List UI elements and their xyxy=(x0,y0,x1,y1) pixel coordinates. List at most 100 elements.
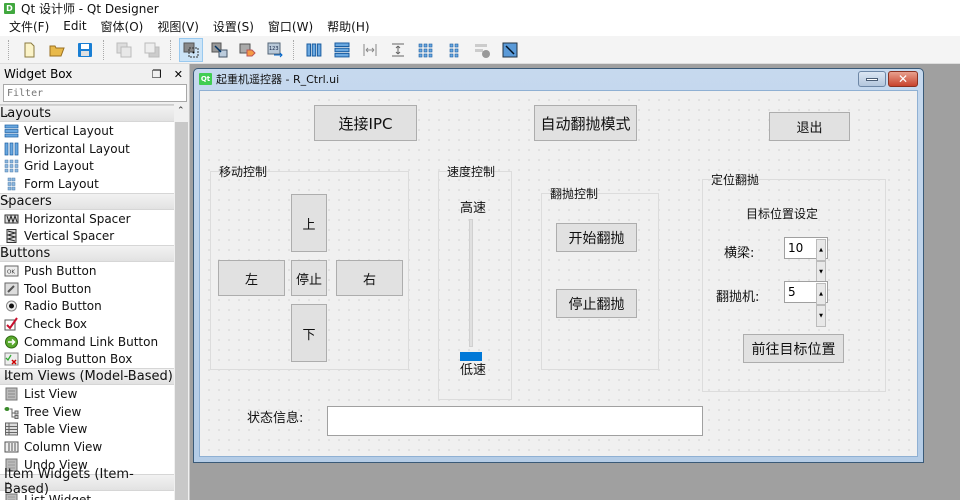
close-panel-icon[interactable]: ✕ xyxy=(174,68,183,81)
app-title: Qt 设计师 - Qt Designer xyxy=(21,1,159,16)
widget-item-column-view[interactable]: Column View xyxy=(0,438,174,456)
move-right-button[interactable]: 右 xyxy=(336,260,403,296)
menu-view[interactable]: 视图(V) xyxy=(150,18,206,35)
save-icon xyxy=(78,42,92,57)
edit-tab-order-icon: 123 xyxy=(267,42,283,57)
category-item-views[interactable]: ⌄ Item Views (Model-Based) xyxy=(0,368,174,386)
widget-item-table-view[interactable]: Table View xyxy=(0,421,174,439)
flipper-spinbox[interactable]: 5 ▲ ▼ xyxy=(784,281,828,327)
toolbar-grip[interactable] xyxy=(293,39,296,60)
category-buttons[interactable]: ⌄ Buttons xyxy=(0,245,174,263)
edit-signals-slots-icon xyxy=(211,42,228,57)
beam-spinbox[interactable]: 10 ▲ ▼ xyxy=(784,237,828,283)
form-layout-icon xyxy=(4,177,19,191)
vertical-layout-icon xyxy=(4,124,19,138)
start-flip-button[interactable]: 开始翻抛 xyxy=(556,223,637,252)
widget-item-radio-button[interactable]: Radio Button xyxy=(0,298,174,316)
close-icon: ✕ xyxy=(897,72,909,86)
edit-buddies-button[interactable] xyxy=(235,38,259,62)
column-view-icon xyxy=(4,440,19,454)
minimize-button[interactable] xyxy=(858,71,886,87)
new-file-button[interactable] xyxy=(17,38,41,62)
lay-out-horizontally-button[interactable] xyxy=(302,38,326,62)
send-to-back-button[interactable] xyxy=(140,38,164,62)
widget-item-form-layout[interactable]: Form Layout xyxy=(0,175,174,193)
exit-button[interactable]: 退出 xyxy=(769,112,850,141)
form-window-title: 起重机遥控器 - R_Ctrl.ui xyxy=(216,73,340,86)
vertical-splitter-button[interactable] xyxy=(386,38,410,62)
widget-item-command-link-button[interactable]: Command Link Button xyxy=(0,333,174,351)
status-info-label: 状态信息: xyxy=(247,411,304,426)
adjust-size-icon xyxy=(502,42,518,57)
move-stop-button[interactable]: 停止 xyxy=(291,260,327,296)
status-info-field[interactable] xyxy=(327,406,703,436)
widget-box-header: Widget Box ❐ ✕ xyxy=(0,64,189,84)
break-layout-icon xyxy=(475,43,490,58)
spin-up-icon[interactable]: ▲ xyxy=(816,283,826,305)
menu-form[interactable]: 窗体(O) xyxy=(94,18,151,35)
table-view-icon xyxy=(4,422,19,436)
form-window-title-bar[interactable]: Qt 起重机遥控器 - R_Ctrl.ui xyxy=(199,69,918,89)
edit-tab-order-button[interactable]: 123 xyxy=(263,38,287,62)
lay-out-grid-button[interactable] xyxy=(414,38,438,62)
horizontal-splitter-button[interactable] xyxy=(358,38,382,62)
close-button[interactable]: ✕ xyxy=(888,71,918,87)
minimize-icon xyxy=(866,77,878,81)
scroll-up-icon[interactable]: ⌃ xyxy=(177,106,185,116)
flipper-label: 翻抛机: xyxy=(716,290,760,305)
horizontal-layout-icon xyxy=(306,43,322,56)
widget-list-scrollbar[interactable]: ⌃ xyxy=(174,104,189,500)
flipper-value: 5 xyxy=(788,285,796,299)
widget-item-tool-button[interactable]: Tool Button xyxy=(0,280,174,298)
widget-item-list-view[interactable]: List View xyxy=(0,385,174,403)
widget-item-horizontal-spacer[interactable]: Horizontal Spacer xyxy=(0,210,174,228)
move-left-button[interactable]: 左 xyxy=(218,260,285,296)
toolbar-grip[interactable] xyxy=(103,39,106,60)
speed-slider-track[interactable] xyxy=(469,219,473,347)
bring-to-front-button[interactable] xyxy=(112,38,136,62)
category-item-widgets[interactable]: ⌄ Item Widgets (Item-Based) xyxy=(0,467,174,497)
open-button[interactable] xyxy=(45,38,69,62)
auto-flip-mode-button[interactable]: 自动翻抛模式 xyxy=(534,105,637,141)
mdi-area: Qt 起重机遥控器 - R_Ctrl.ui ✕ 连接IPC 自动翻抛模式 退出 … xyxy=(191,64,960,500)
edit-widgets-button[interactable] xyxy=(179,37,203,62)
edit-widgets-icon xyxy=(183,42,199,57)
spin-up-icon[interactable]: ▲ xyxy=(816,239,826,261)
move-up-button[interactable]: 上 xyxy=(291,194,327,252)
go-to-target-button[interactable]: 前往目标位置 xyxy=(743,334,844,363)
save-button[interactable] xyxy=(73,38,97,62)
edit-signals-slots-button[interactable] xyxy=(207,38,231,62)
menu-file[interactable]: 文件(F) xyxy=(2,18,56,35)
break-layout-button[interactable] xyxy=(470,38,494,62)
widget-item-grid-layout[interactable]: Grid Layout xyxy=(0,157,174,175)
toolbar-grip[interactable] xyxy=(170,39,173,60)
widget-item-push-button[interactable]: OK Push Button xyxy=(0,262,174,280)
menu-edit[interactable]: Edit xyxy=(56,19,93,33)
widget-item-vertical-spacer[interactable]: Vertical Spacer xyxy=(0,227,174,245)
category-spacers[interactable]: ⌄ Spacers xyxy=(0,192,174,210)
scrollbar-thumb[interactable] xyxy=(175,122,188,500)
widget-item-horizontal-layout[interactable]: Horizontal Layout xyxy=(0,140,174,158)
spin-down-icon[interactable]: ▼ xyxy=(816,261,826,283)
lay-out-form-button[interactable] xyxy=(442,38,466,62)
stop-flip-button[interactable]: 停止翻抛 xyxy=(556,289,637,318)
toolbar-grip[interactable] xyxy=(8,39,11,60)
menu-window[interactable]: 窗口(W) xyxy=(261,18,320,35)
widget-item-tree-view[interactable]: Tree View xyxy=(0,403,174,421)
widget-filter-input[interactable] xyxy=(3,84,187,102)
widget-item-check-box[interactable]: Check Box xyxy=(0,315,174,333)
adjust-size-button[interactable] xyxy=(498,38,522,62)
category-layouts[interactable]: ⌄ Layouts xyxy=(0,105,174,122)
edit-buddies-icon xyxy=(239,43,256,56)
float-panel-icon[interactable]: ❐ xyxy=(152,68,162,81)
spin-down-icon[interactable]: ▼ xyxy=(816,305,826,327)
menu-settings[interactable]: 设置(S) xyxy=(206,18,261,35)
widget-item-dialog-button-box[interactable]: Dialog Button Box xyxy=(0,351,174,369)
lay-out-vertically-button[interactable] xyxy=(330,38,354,62)
widget-item-vertical-layout[interactable]: Vertical Layout xyxy=(0,122,174,140)
vertical-layout-icon xyxy=(334,42,350,57)
menu-help[interactable]: 帮助(H) xyxy=(320,18,376,35)
connect-ipc-button[interactable]: 连接IPC xyxy=(314,105,417,141)
target-position-heading: 目标位置设定 xyxy=(746,207,819,221)
move-down-button[interactable]: 下 xyxy=(291,304,327,362)
